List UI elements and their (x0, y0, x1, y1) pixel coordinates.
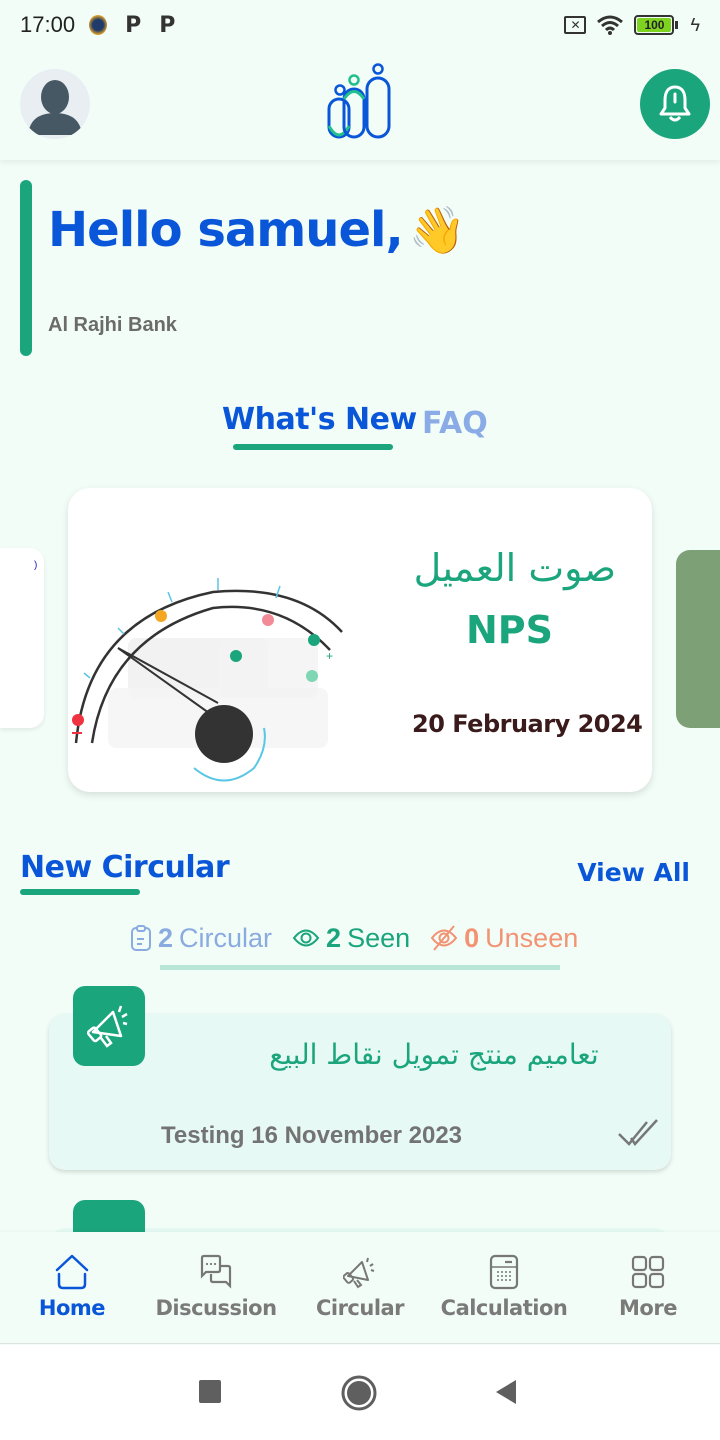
nav-label: Circular (315, 1296, 405, 1320)
circular-stats: 2 Circular 2 Seen 0 Unseen (130, 918, 578, 958)
nav-circular[interactable]: Circular (288, 1232, 432, 1343)
greeting-title: Hello samuel, 👋 (48, 202, 466, 258)
greeting-accent-bar (20, 180, 32, 356)
nav-home[interactable]: Home (0, 1232, 144, 1343)
status-bar: 17:00 P P ✕ 100 ϟ (0, 0, 720, 50)
clipboard-icon (131, 925, 151, 951)
nps-gauge-illustration: + (72, 578, 343, 782)
megaphone-icon (87, 1005, 128, 1048)
banner-card[interactable]: + صوت العميل NPS 20 February 2024 (68, 488, 652, 792)
nav-label: More (619, 1296, 677, 1320)
active-tab-indicator (233, 444, 393, 450)
status-time: 17:00 (20, 12, 76, 37)
battery-icon: 100 (634, 15, 679, 35)
p-app-icon: P (125, 12, 142, 38)
greeting-panel: Hello samuel, 👋 Al Rajhi Bank (20, 180, 700, 356)
nav-label: Discussion (155, 1296, 277, 1320)
news-tabs: What's New FAQ (0, 400, 720, 450)
unseen-label: Unseen (485, 922, 579, 953)
tab-whats-new[interactable]: What's New (222, 402, 417, 437)
stat-unseen[interactable]: 0 Unseen (430, 923, 578, 954)
megaphone-icon (343, 1257, 375, 1289)
eye-off-icon (430, 925, 458, 951)
bell-icon (659, 85, 691, 122)
previous-banner-card[interactable]: ) (0, 548, 44, 728)
section-title-new-circular: New Circular (20, 850, 230, 885)
double-check-icon (618, 1119, 658, 1147)
stat-total-circulars[interactable]: 2 Circular (130, 923, 272, 954)
nav-discussion[interactable]: Discussion (144, 1232, 288, 1343)
unseen-count: 0 (464, 922, 480, 953)
app-logo-people-icon (327, 63, 391, 139)
svg-text:+: + (326, 649, 333, 663)
organization-name: Al Rajhi Bank (48, 314, 177, 336)
greeting-text: Hello samuel, (48, 202, 404, 258)
total-count: 2 (158, 922, 174, 953)
tab-faq[interactable]: FAQ (422, 406, 488, 441)
stats-divider (160, 965, 560, 970)
calculator-icon (489, 1254, 519, 1290)
notification-badge-icon (89, 15, 108, 35)
banner-title-english: NPS (466, 608, 554, 652)
banner-title-arabic: صوت العميل (413, 546, 616, 590)
circular-meta: Testing 16 November 2023 (161, 1122, 463, 1149)
user-avatar-icon[interactable] (20, 69, 90, 139)
nav-calculation[interactable]: Calculation (432, 1232, 576, 1343)
back-button[interactable] (492, 1377, 520, 1407)
home-icon (55, 1254, 89, 1290)
seen-count: 2 (326, 922, 342, 953)
bottom-navigation: Home Discussion Circular Calculation Mor… (0, 1232, 720, 1344)
nav-more[interactable]: More (576, 1232, 720, 1343)
total-label: Circular (179, 922, 273, 953)
waving-hand-icon: 👋 (408, 203, 466, 257)
next-banner-card[interactable] (676, 550, 720, 728)
recents-button[interactable] (198, 1377, 224, 1407)
nav-label: Calculation (440, 1296, 568, 1320)
p-app-icon: P (159, 12, 176, 38)
circular-item-icon (73, 986, 145, 1066)
notifications-button[interactable] (640, 69, 710, 139)
seen-label: Seen (347, 922, 411, 953)
charging-bolt-icon: ϟ (690, 14, 700, 35)
view-all-link[interactable]: View All (577, 858, 690, 887)
system-navigation-bar (0, 1345, 720, 1440)
news-carousel[interactable]: ) + صوت العميل NPS 20 February 2024 (0, 488, 720, 794)
banner-date: 20 February 2024 (412, 710, 643, 738)
app-header (0, 50, 720, 160)
home-button[interactable] (340, 1374, 378, 1412)
no-sim-icon: ✕ (564, 16, 587, 34)
circular-title: تعاميم منتج تمويل نقاط البيع (269, 1038, 599, 1071)
eye-icon (292, 929, 320, 947)
wifi-icon (597, 15, 624, 35)
stat-seen[interactable]: 2 Seen (292, 923, 410, 954)
section-title-underline (20, 889, 140, 895)
chat-bubbles-icon (200, 1254, 232, 1289)
grid-icon (631, 1255, 665, 1289)
battery-level: 100 (637, 18, 672, 32)
nav-label: Home (38, 1296, 106, 1320)
